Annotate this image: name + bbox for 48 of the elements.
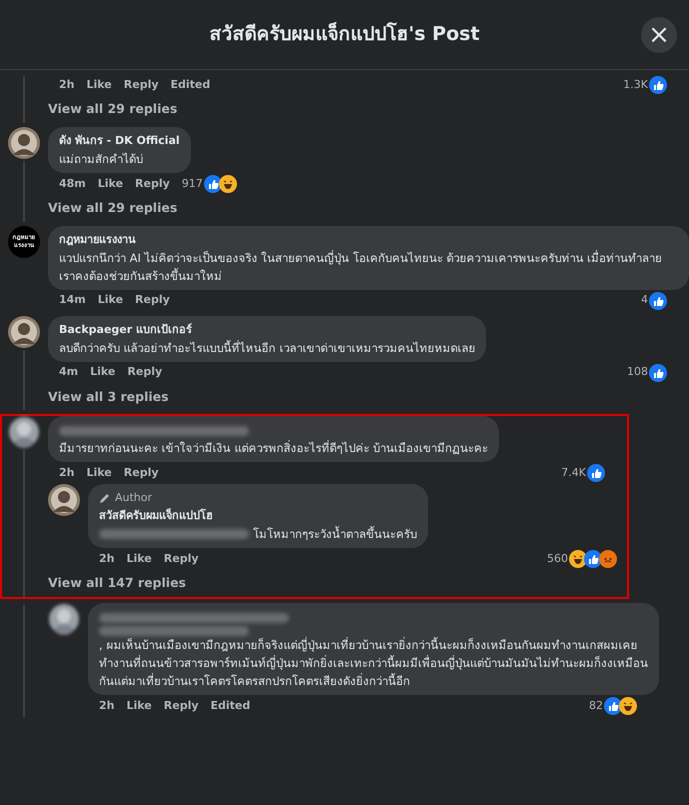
edited-label: Edited xyxy=(170,76,210,93)
reaction-count: 4 xyxy=(641,292,648,308)
view-replies-link[interactable]: View all 3 replies xyxy=(48,388,169,410)
reaction-count: 917 xyxy=(182,176,203,192)
reply-link[interactable]: Reply xyxy=(135,292,170,309)
comment-text: มีมารยาทก่อนนะคะ เข้าใจว่ามีเงิน แต่ควรพกสิ่งอะไรที่ดีๆไปค่ะ บ้านเมืองเขามีกฏนะคะ xyxy=(59,439,488,458)
reaction-count: 7.4K xyxy=(561,465,586,481)
reaction-count: 1.3K xyxy=(623,76,648,93)
like-link[interactable]: Like xyxy=(90,364,116,381)
timestamp: 4m xyxy=(59,364,78,380)
like-link[interactable]: Like xyxy=(86,76,112,94)
author-name[interactable]: กฎหมายแรงงาน xyxy=(59,230,678,248)
view-replies-link[interactable]: View all 29 replies xyxy=(48,198,178,222)
author-name[interactable]: ดัง พันกร - DK Official xyxy=(59,132,180,150)
view-replies-link[interactable]: View all 29 replies xyxy=(48,100,178,123)
author-label: Author xyxy=(115,490,152,506)
reply-link[interactable]: Reply xyxy=(164,698,199,714)
reply-link[interactable]: Reply xyxy=(124,76,159,94)
author-name[interactable]: Backpaeger แบกเป้เกอร์ xyxy=(59,320,476,338)
comment-text: ลบดีกว่าครับ แล้วอย่าทำอะไรแบบนี้ที่ไหนอีก เวลาเขาด่าเขาเหมารวมคนไทยหมดเลย xyxy=(59,339,476,356)
reaction-count: 82 xyxy=(589,698,603,714)
pencil-icon xyxy=(99,492,111,504)
comment-text: แวปแรกนึกว่า AI ไม่คิดว่าจะเป็นของจริง ในสายตาคนญี่ปุ่น โอเคกับคนไทยนะ ด้วยความเคารพนะครับท่าน เมื่อท่านทำลาย เราคงต้องช่วยกันสร้างขึ้นมาใหม่ xyxy=(59,249,664,284)
view-replies-link[interactable]: View all 147 replies xyxy=(48,574,186,597)
dialog-title: สวัสดีครับผมแจ็กแปปโฮ's Post xyxy=(209,21,480,48)
like-link[interactable]: Like xyxy=(126,551,152,568)
like-link[interactable]: Like xyxy=(86,465,112,482)
reply-link[interactable]: Reply xyxy=(135,176,170,192)
timestamp: 48m xyxy=(59,176,86,192)
timestamp: 2h xyxy=(99,551,114,567)
comment-text: แม่ถามสักคำได้บ่ xyxy=(59,150,143,168)
edited-label: Edited xyxy=(210,698,250,714)
reply-link[interactable]: Reply xyxy=(127,364,162,381)
timestamp: 14m xyxy=(59,292,86,308)
timestamp: 2h xyxy=(59,465,74,481)
like-link[interactable]: Like xyxy=(98,292,124,309)
like-link[interactable]: Like xyxy=(98,176,124,192)
timestamp: 2h xyxy=(59,76,74,93)
like-link[interactable]: Like xyxy=(126,698,152,714)
reply-link[interactable]: Reply xyxy=(164,551,199,568)
reaction-count: 108 xyxy=(627,364,648,380)
author-name[interactable]: สวัสดีครับผมแจ็กแปปโฮ xyxy=(99,507,417,526)
comment-text: โมโหมากๆระวังน้ำตาลขึ้นนะครับ xyxy=(253,525,417,544)
timestamp: 2h xyxy=(99,698,114,714)
comment-text: , ผมเห็นบ้านเมืองเขามีกฎหมายก็จริงแต่ญี่ปุ่นมาเที่ยวบ้านเรายิ่งกว่านี้นะผมก็งงเหมือนกันผมทำงานเกสผมเคยทำงานที่ถนนข้าวสารอพาร์ทเม้นท์ญี่ปุ่นมาพักยิ่งเละเทะกว่านี้ผมมีเพื่อนญี่ปุ่นแต่บ้านมันมันไม่ทำนะผมก็งงเหมือนกันแต่มาเที่ยวบ้านเราโคตรโคตรสกปรกโคตรเสียงดังยิ่งกว่านี้อีก xyxy=(99,636,648,690)
reaction-count: 560 xyxy=(547,551,568,567)
reply-link[interactable]: Reply xyxy=(124,465,159,482)
close-button[interactable]: × xyxy=(641,16,677,52)
